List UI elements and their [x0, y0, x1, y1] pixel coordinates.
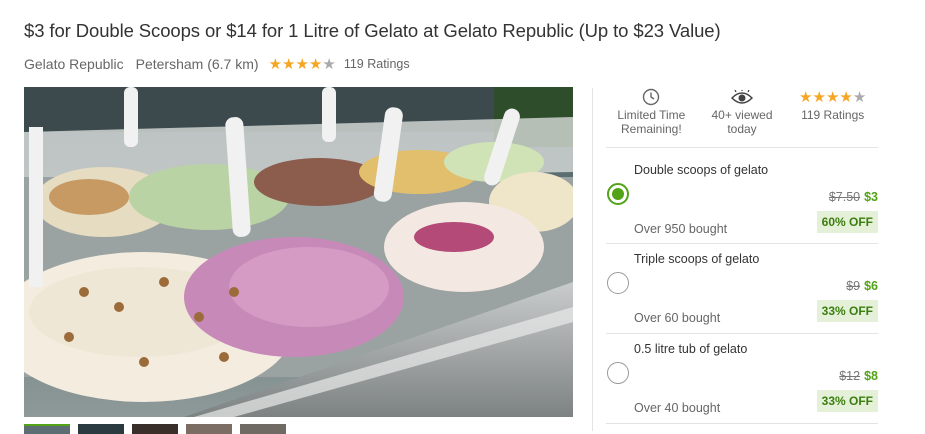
star-icon: ★	[282, 55, 296, 73]
option-name: 0.5 litre tub of gelato	[634, 342, 748, 356]
clock-icon	[643, 88, 660, 106]
location-text: Petersham (6.7 km)	[135, 56, 259, 72]
thumbnail[interactable]	[186, 424, 232, 434]
original-price: $9	[846, 279, 861, 293]
rating-stars: ★ ★ ★ ★ ★	[787, 88, 878, 106]
column-divider	[592, 88, 593, 431]
thumbnail[interactable]	[78, 424, 124, 434]
option-double-scoops[interactable]: Double scoops of gelato $7.50 $3 Over 950…	[606, 155, 878, 243]
ratings-link[interactable]: 119 Ratings	[344, 57, 410, 71]
bought-count: Over 950 bought	[634, 222, 728, 236]
deal-price: $6	[864, 279, 878, 293]
option-radio[interactable]	[607, 362, 629, 384]
ratings-summary[interactable]: ★ ★ ★ ★ ★ 119 Ratings	[787, 88, 878, 146]
deal-meta: Gelato Republic Petersham (6.7 km) ★ ★ ★…	[24, 54, 410, 74]
original-price: $7.50	[828, 190, 861, 204]
star-icon: ★	[839, 88, 853, 106]
option-name: Double scoops of gelato	[634, 163, 769, 177]
photo-thumbnails	[24, 424, 286, 434]
views-label: 40+ viewed today	[711, 108, 773, 136]
discount-badge: 33% OFF	[816, 390, 878, 412]
option-name: Triple scoops of gelato	[634, 252, 760, 266]
star-icon: ★	[295, 55, 309, 73]
ratings-label: 119 Ratings	[801, 108, 865, 122]
thumbnail[interactable]	[240, 424, 286, 434]
deal-title: $3 for Double Scoops or $14 for 1 Litre …	[24, 20, 721, 41]
star-icon: ★	[308, 55, 323, 73]
gelato-display-image	[24, 87, 573, 417]
thumbnail[interactable]	[24, 424, 70, 434]
time-remaining: Limited Time Remaining!	[606, 88, 697, 146]
star-icon: ★	[268, 55, 283, 73]
bought-count: Over 60 bought	[634, 311, 721, 325]
option-prices: $9 $6	[846, 279, 878, 293]
option-triple-scoops[interactable]: Triple scoops of gelato $9 $6 Over 60 bou…	[606, 244, 878, 332]
star-icon: ★	[322, 55, 336, 73]
merchant-link[interactable]: Gelato Republic	[24, 56, 124, 72]
divider	[606, 423, 878, 424]
rating-stars: ★ ★ ★ ★ ★	[269, 57, 336, 72]
discount-badge: 60% OFF	[816, 211, 878, 233]
views-today: 40+ viewed today	[697, 88, 788, 146]
star-icon: ★	[812, 88, 826, 106]
deal-price: $8	[864, 369, 878, 383]
original-price: $12	[839, 369, 861, 383]
main-photo[interactable]	[24, 87, 573, 417]
deal-info-row: Limited Time Remaining! 40+ viewed today…	[606, 88, 878, 146]
star-icon: ★	[799, 88, 813, 106]
star-icon: ★	[852, 88, 867, 106]
discount-badge: 33% OFF	[816, 300, 878, 322]
option-half-litre-tub[interactable]: 0.5 litre tub of gelato $12 $8 Over 40 bo…	[606, 334, 878, 422]
thumbnail[interactable]	[132, 424, 178, 434]
option-prices: $12 $8	[839, 369, 878, 383]
bought-count: Over 40 bought	[634, 401, 721, 415]
option-radio[interactable]	[607, 272, 629, 294]
star-icon: ★	[825, 88, 840, 106]
option-prices: $7.50 $3	[829, 190, 878, 204]
divider	[606, 147, 878, 148]
option-radio[interactable]	[607, 183, 629, 205]
time-remaining-label: Limited Time Remaining!	[617, 108, 686, 136]
eye-icon	[731, 90, 753, 104]
deal-price: $3	[864, 190, 878, 204]
